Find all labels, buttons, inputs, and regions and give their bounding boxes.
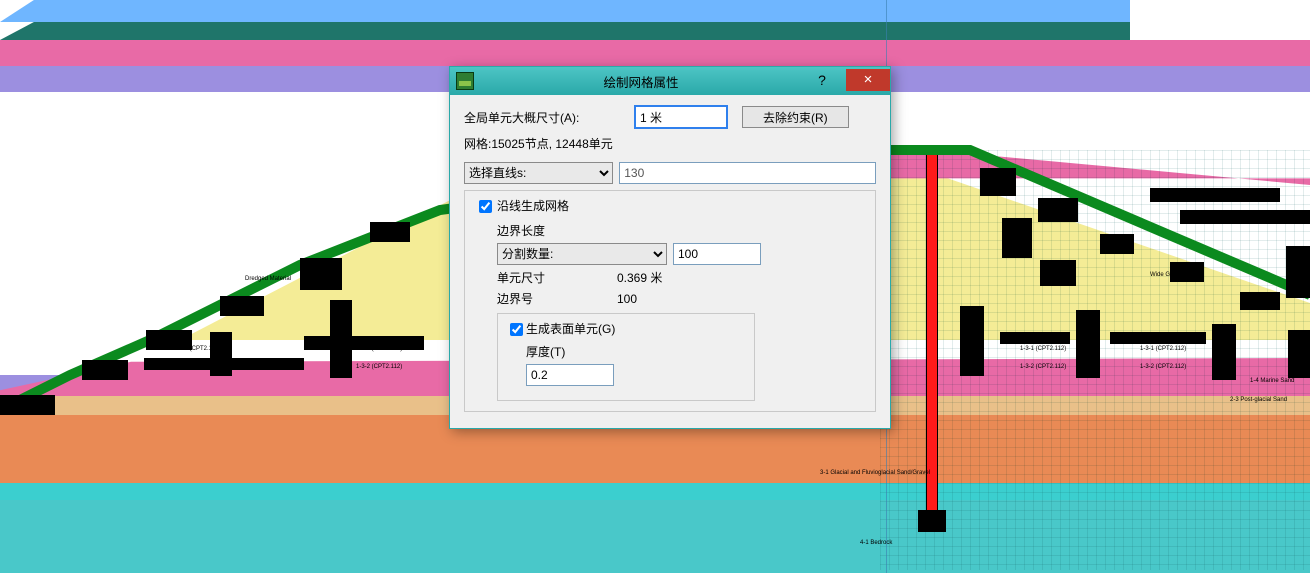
edge-id-value: 100 — [617, 292, 697, 306]
generate-along-line-checkbox[interactable] — [479, 200, 492, 213]
dialog-body: 全局单元大概尺寸(A): 去除约束(R) 网格:15025节点, 12448单元… — [450, 95, 890, 428]
block — [82, 360, 128, 380]
block — [1180, 210, 1310, 224]
block — [1150, 188, 1280, 202]
generate-surface-checkbox[interactable] — [510, 323, 523, 336]
stratum-1-3-1-right — [0, 40, 1310, 66]
label-1-3-2: 1-3-2 (CPT2.112) — [1140, 364, 1186, 370]
generate-surface-group: 生成表面单元(G) 厚度(T) — [497, 313, 755, 401]
split-mode-dropdown[interactable]: 分割数量: — [497, 243, 667, 265]
label-1-3-2: 1-3-2 (CPT2.112) — [356, 364, 402, 370]
block — [980, 168, 1016, 196]
selected-pile-line[interactable] — [926, 150, 938, 522]
selected-line-id — [619, 162, 876, 184]
help-button[interactable]: ? — [800, 69, 844, 91]
label-1-3-1: 1-3-1 (CPT2.112) — [1140, 346, 1186, 352]
close-button[interactable]: × — [846, 69, 890, 91]
global-size-label: 全局单元大概尺寸(A): — [464, 109, 634, 126]
label-1-3-1: 1-3-1 (CPT2.112) — [174, 346, 220, 352]
generate-along-line-label: 沿线生成网格 — [497, 199, 569, 213]
block — [370, 222, 410, 242]
block — [1000, 332, 1070, 344]
label-glacial: 3-1 Glacial and Fluvioglacial Sand/Grave… — [820, 470, 930, 476]
app-icon — [456, 72, 474, 90]
block — [220, 296, 264, 316]
label-1-3-1: 1-3-1 (CPT2.112) — [1020, 346, 1066, 352]
stratum-top-seal — [0, 22, 1130, 40]
label-wgr: Wide Grading rock — [1150, 272, 1200, 278]
element-size-label: 单元尺寸 — [497, 269, 617, 286]
block — [0, 395, 55, 415]
label-marine: 1-4 Marine Sand — [1250, 378, 1294, 384]
block — [1040, 260, 1076, 286]
mesh-properties-dialog: 绘制网格属性 ? × 全局单元大概尺寸(A): 去除约束(R) 网格:15025… — [449, 66, 891, 429]
global-size-input[interactable] — [634, 105, 728, 129]
block — [300, 258, 342, 290]
block — [1212, 324, 1236, 380]
thickness-input[interactable] — [526, 364, 614, 386]
label-postglacial: 2-3 Post-glacial Sand — [1230, 397, 1287, 403]
generate-along-line-group: 沿线生成网格 边界长度 分割数量: 单元尺寸 0.369 米 边界号 100 — [464, 190, 876, 412]
block — [1286, 246, 1310, 298]
label-1-3-2: 1-3-2 (CPT2.112) — [174, 364, 220, 370]
block — [144, 358, 304, 370]
label-dredged: Dredged Material — [245, 276, 291, 282]
block — [1110, 332, 1206, 344]
select-line-dropdown[interactable]: 选择直线s: — [464, 162, 613, 184]
edge-length-label: 边界长度 — [497, 222, 617, 239]
block — [1002, 218, 1032, 258]
stratum-marine — [0, 0, 1130, 22]
edge-id-label: 边界号 — [497, 290, 617, 307]
split-count-input[interactable] — [673, 243, 761, 265]
block — [1100, 234, 1134, 254]
label-1-3-2: 1-3-2 (CPT2.112) — [1020, 364, 1066, 370]
block — [1288, 330, 1310, 378]
label-1-3-1: 1-3-1 (CPT2.112) — [356, 346, 402, 352]
block — [1038, 198, 1078, 222]
dialog-titlebar[interactable]: 绘制网格属性 ? × — [450, 67, 890, 95]
element-size-value: 0.369 米 — [617, 269, 697, 286]
pile-toe-block — [918, 510, 946, 532]
mesh-stats: 网格:15025节点, 12448单元 — [464, 135, 876, 152]
block — [1076, 310, 1100, 378]
generate-surface-label: 生成表面单元(G) — [526, 322, 615, 336]
block — [1240, 292, 1280, 310]
label-bedrock: 4-1 Bedrock — [860, 540, 892, 546]
remove-constraints-button[interactable]: 去除约束(R) — [742, 106, 849, 128]
dialog-title: 绘制网格属性 — [482, 72, 800, 91]
block — [960, 306, 984, 376]
thickness-label: 厚度(T) — [526, 343, 586, 360]
